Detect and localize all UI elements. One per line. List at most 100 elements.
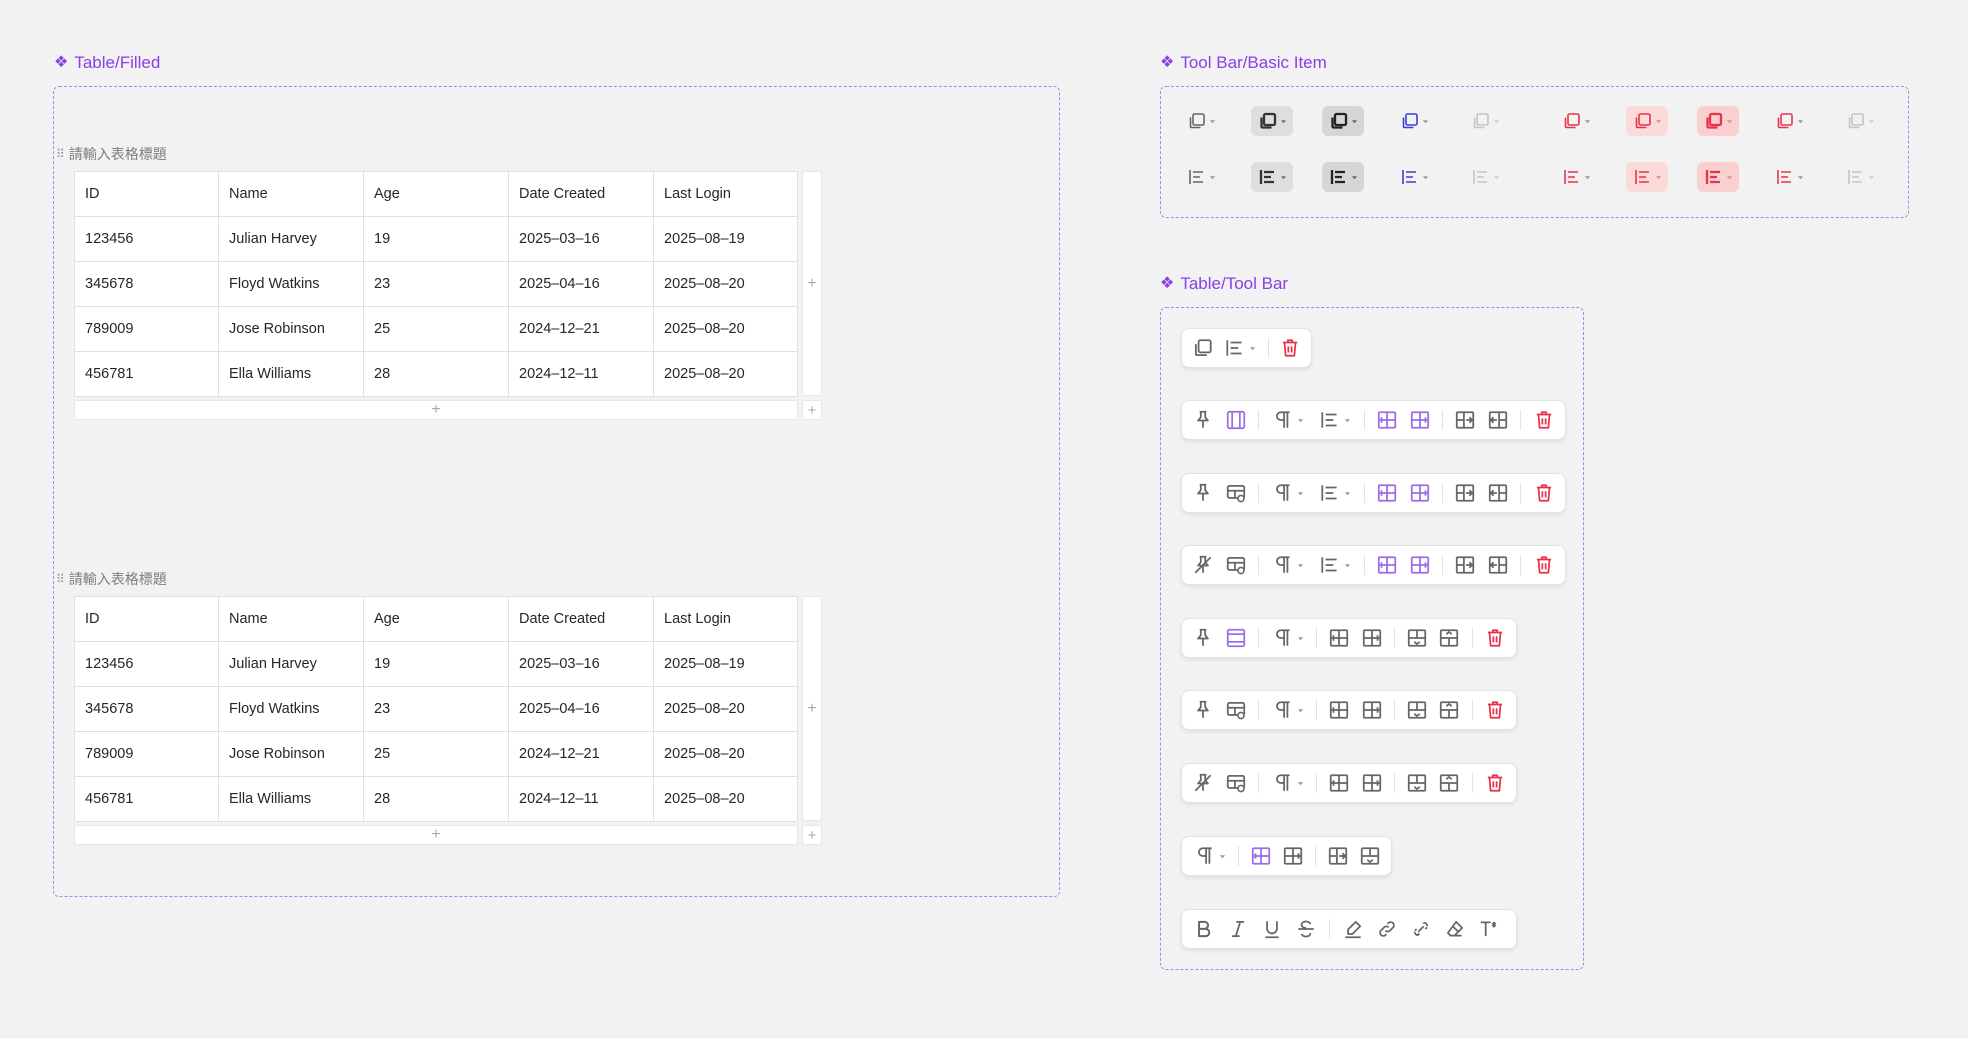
insert-column-left-button[interactable] bbox=[1324, 694, 1354, 726]
delete-button[interactable] bbox=[1480, 767, 1510, 799]
align-dropdown[interactable] bbox=[1219, 332, 1261, 364]
pin-button[interactable] bbox=[1188, 622, 1218, 654]
insert-column-right-button[interactable] bbox=[1357, 622, 1387, 654]
paragraph-dropdown[interactable] bbox=[1188, 840, 1231, 872]
paragraph-dropdown[interactable] bbox=[1266, 404, 1310, 436]
table-cell[interactable]: 25 bbox=[363, 306, 509, 352]
align-item-hover[interactable] bbox=[1251, 162, 1293, 192]
insert-row-above-button[interactable] bbox=[1434, 622, 1464, 654]
align-item-default[interactable] bbox=[1180, 162, 1222, 192]
table-cell[interactable]: 2025–04–16 bbox=[508, 261, 654, 307]
table-cell[interactable]: 19 bbox=[363, 641, 509, 687]
copy-item-danger-hover[interactable] bbox=[1626, 106, 1668, 136]
paragraph-dropdown[interactable] bbox=[1266, 767, 1310, 799]
cell-fill-button[interactable] bbox=[1221, 477, 1252, 509]
column-header[interactable]: Last Login bbox=[653, 596, 798, 642]
align-item-danger-pressed[interactable] bbox=[1697, 162, 1739, 192]
table-cell[interactable]: 2025–08–20 bbox=[653, 261, 798, 307]
insert-column-left-button[interactable] bbox=[1246, 840, 1276, 872]
table-cell[interactable]: 2025–08–20 bbox=[653, 776, 798, 822]
paragraph-dropdown[interactable] bbox=[1266, 477, 1310, 509]
table-cell[interactable]: 2025–08–20 bbox=[653, 306, 798, 352]
insert-column-left-button[interactable] bbox=[1372, 404, 1403, 436]
row-select-button[interactable] bbox=[1220, 622, 1250, 654]
table-cell[interactable]: 25 bbox=[363, 731, 509, 777]
align-item-danger-disabled[interactable] bbox=[1839, 162, 1881, 192]
paragraph-dropdown[interactable] bbox=[1266, 694, 1310, 726]
column-header[interactable]: Last Login bbox=[653, 171, 798, 217]
pin-button[interactable] bbox=[1188, 694, 1218, 726]
table-cell[interactable]: Floyd Watkins bbox=[218, 686, 364, 732]
table-cell[interactable]: 23 bbox=[363, 261, 509, 307]
insert-row-above-button[interactable] bbox=[1434, 694, 1464, 726]
table-cell[interactable]: Floyd Watkins bbox=[218, 261, 364, 307]
insert-column-right-button[interactable] bbox=[1278, 840, 1308, 872]
table-cell[interactable]: 2025–08–20 bbox=[653, 731, 798, 777]
copy-item-selected[interactable] bbox=[1393, 106, 1435, 136]
table-cell[interactable]: 2025–08–19 bbox=[653, 641, 798, 687]
table-cell[interactable]: 28 bbox=[363, 776, 509, 822]
table-caption[interactable]: ⠿ 請輸入表格標題 bbox=[56, 144, 167, 164]
insert-column-right-button[interactable] bbox=[1404, 404, 1435, 436]
insert-column-right-button[interactable] bbox=[1404, 549, 1435, 581]
drag-handle-icon[interactable]: ⠿ bbox=[56, 147, 65, 161]
align-item-danger-selected[interactable] bbox=[1768, 162, 1810, 192]
cell-fill-button[interactable] bbox=[1220, 694, 1250, 726]
merge-right-button[interactable] bbox=[1450, 549, 1481, 581]
column-header[interactable]: Date Created bbox=[508, 596, 654, 642]
insert-column-right-button[interactable] bbox=[1357, 767, 1387, 799]
table-cell[interactable]: Julian Harvey bbox=[218, 641, 364, 687]
add-column-button[interactable]: + bbox=[802, 596, 822, 821]
insert-column-left-button[interactable] bbox=[1372, 477, 1403, 509]
table-cell[interactable]: 2025–03–16 bbox=[508, 216, 654, 262]
table-cell[interactable]: 789009 bbox=[74, 731, 219, 777]
copy-item-hover[interactable] bbox=[1251, 106, 1293, 136]
add-column-button[interactable]: + bbox=[802, 171, 822, 396]
copy-item-danger-selected[interactable] bbox=[1768, 106, 1810, 136]
strikethrough-button[interactable] bbox=[1290, 913, 1322, 945]
eraser-button[interactable] bbox=[1439, 913, 1471, 945]
delete-button[interactable] bbox=[1528, 549, 1559, 581]
delete-button[interactable] bbox=[1528, 477, 1559, 509]
align-item-pressed[interactable] bbox=[1322, 162, 1364, 192]
column-header[interactable]: Name bbox=[218, 171, 364, 217]
merge-left-button[interactable] bbox=[1483, 549, 1514, 581]
copy-item-disabled[interactable] bbox=[1464, 106, 1506, 136]
bold-button[interactable] bbox=[1188, 913, 1220, 945]
copy-item-danger-disabled[interactable] bbox=[1839, 106, 1881, 136]
unpin-button[interactable] bbox=[1188, 767, 1218, 799]
merge-left-button[interactable] bbox=[1483, 477, 1514, 509]
add-row-column-button[interactable]: + bbox=[802, 825, 822, 845]
align-item-danger-hover[interactable] bbox=[1626, 162, 1668, 192]
italic-button[interactable] bbox=[1222, 913, 1254, 945]
table-cell[interactable]: 2024–12–21 bbox=[508, 306, 654, 352]
copy-item-default[interactable] bbox=[1180, 106, 1222, 136]
table-cell[interactable]: 789009 bbox=[74, 306, 219, 352]
table-cell[interactable]: 2025–08–20 bbox=[653, 686, 798, 732]
pin-button[interactable] bbox=[1188, 477, 1219, 509]
insert-row-below-button[interactable] bbox=[1402, 622, 1432, 654]
table-cell[interactable]: 28 bbox=[363, 351, 509, 397]
column-header[interactable]: Age bbox=[363, 171, 509, 217]
column-header[interactable]: ID bbox=[74, 596, 219, 642]
insert-row-above-button[interactable] bbox=[1434, 767, 1464, 799]
table-cell[interactable]: 2025–08–20 bbox=[653, 351, 798, 397]
column-header[interactable]: Date Created bbox=[508, 171, 654, 217]
add-row-column-button[interactable]: + bbox=[802, 400, 822, 420]
delete-button[interactable] bbox=[1276, 332, 1305, 364]
cell-fill-button[interactable] bbox=[1220, 767, 1250, 799]
align-item-danger[interactable] bbox=[1555, 162, 1597, 192]
table-cell[interactable]: 2024–12–21 bbox=[508, 731, 654, 777]
link-button[interactable] bbox=[1371, 913, 1403, 945]
paragraph-dropdown[interactable] bbox=[1266, 622, 1310, 654]
align-dropdown[interactable] bbox=[1312, 477, 1356, 509]
align-dropdown[interactable] bbox=[1312, 404, 1356, 436]
merge-right-button[interactable] bbox=[1450, 404, 1481, 436]
insert-row-below-button[interactable] bbox=[1355, 840, 1385, 872]
align-dropdown[interactable] bbox=[1312, 549, 1356, 581]
insert-row-below-button[interactable] bbox=[1402, 767, 1432, 799]
insert-column-left-button[interactable] bbox=[1324, 622, 1354, 654]
table-cell[interactable]: Ella Williams bbox=[218, 351, 364, 397]
table-cell[interactable]: 2025–03–16 bbox=[508, 641, 654, 687]
insert-row-below-button[interactable] bbox=[1402, 694, 1432, 726]
